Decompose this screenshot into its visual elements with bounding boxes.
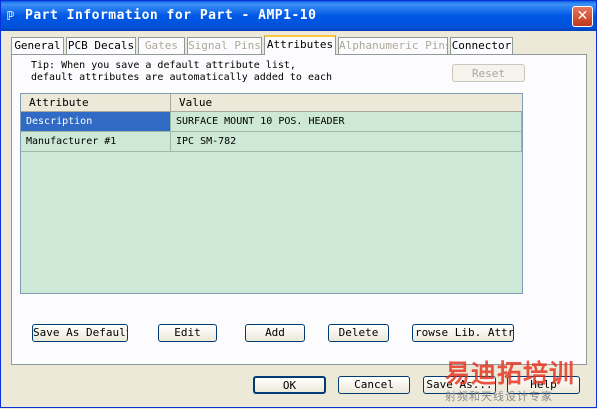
app-icon: ℙ (7, 9, 15, 23)
attribute-cell[interactable]: Manufacturer #1 (21, 132, 171, 152)
help-button[interactable]: Help (507, 376, 580, 394)
table-row[interactable]: Manufacturer #1 IPC SM-782 (21, 132, 522, 152)
tab-alphanumeric-pins: Alphanumeric Pins (338, 37, 448, 54)
tab-pcb-decals[interactable]: PCB Decals (66, 37, 136, 54)
close-button[interactable]: ✕ (572, 6, 593, 27)
window-title: Part Information for Part - AMP1-10 (25, 8, 317, 23)
attribute-cell[interactable]: Description (21, 112, 171, 132)
browse-lib-attr-button[interactable]: rowse Lib. Attr.. (412, 324, 514, 342)
tab-attributes[interactable]: Attributes (264, 35, 336, 55)
value-cell[interactable]: IPC SM-782 (171, 132, 522, 152)
grid-header: Attribute Value (21, 94, 522, 112)
ok-button[interactable]: OK (253, 376, 326, 394)
delete-button[interactable]: Delete (328, 324, 389, 342)
attributes-grid[interactable]: Attribute Value Description SURFACE MOUN… (20, 93, 523, 294)
dialog-window: ℙ Part Information for Part - AMP1-10 ✕ … (0, 0, 597, 408)
save-as-button[interactable]: Save As... (423, 376, 496, 394)
column-header-value[interactable]: Value (171, 94, 522, 111)
tab-general[interactable]: General (11, 37, 64, 54)
tab-connector[interactable]: Connector (450, 37, 513, 54)
add-button[interactable]: Add (245, 324, 305, 342)
edit-button[interactable]: Edit (158, 324, 217, 342)
cancel-button[interactable]: Cancel (338, 376, 410, 394)
tip-text: Tip: When you save a default attribute l… (31, 60, 333, 83)
column-header-attribute[interactable]: Attribute (21, 94, 171, 111)
tab-signal-pins: Signal Pins (187, 37, 262, 54)
value-cell[interactable]: SURFACE MOUNT 10 POS. HEADER (171, 112, 522, 132)
table-row[interactable]: Description SURFACE MOUNT 10 POS. HEADER (21, 112, 522, 132)
close-icon: ✕ (576, 8, 589, 24)
save-as-default-button[interactable]: Save As Default (32, 324, 128, 342)
tab-gates: Gates (138, 37, 185, 54)
title-bar[interactable]: ℙ Part Information for Part - AMP1-10 ✕ (1, 1, 596, 31)
reset-button: Reset (452, 64, 525, 82)
